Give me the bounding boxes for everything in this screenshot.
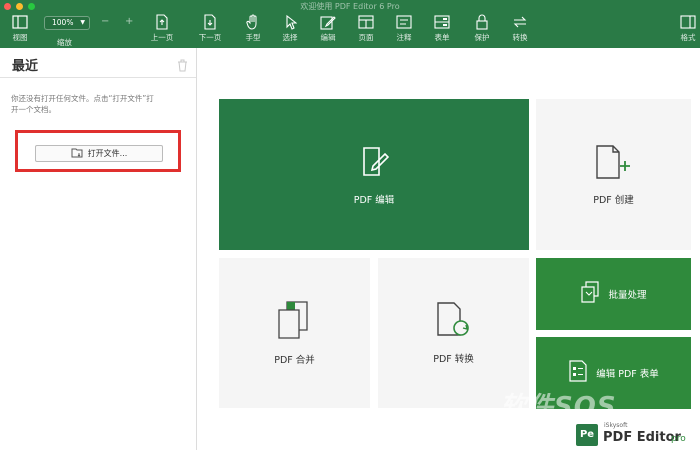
form-edit-icon	[568, 360, 588, 386]
toolbar-hand-button[interactable]: 手型	[236, 11, 270, 42]
lock-icon	[473, 11, 491, 33]
toolbar-view-button[interactable]: 视图	[3, 11, 37, 42]
batch-process-tile[interactable]: 批量处理	[536, 258, 691, 330]
toolbar-form-button[interactable]: 表单	[425, 11, 459, 42]
trash-icon[interactable]	[177, 57, 188, 76]
convert-icon	[511, 11, 529, 33]
toolbar-view-label: 视图	[12, 33, 28, 42]
toolbar: 欢迎使用 PDF Editor 6 Pro 视图 100% ▼ 缩放 − + 上…	[0, 0, 700, 48]
toolbar-convert-button[interactable]: 转换	[503, 11, 537, 42]
create-document-icon	[595, 144, 633, 184]
form-icon	[433, 11, 451, 33]
next-page-icon	[201, 11, 219, 33]
brand-company: iSkysoft	[604, 422, 628, 429]
toolbar-prev-page-button[interactable]: 上一页	[145, 11, 179, 42]
recent-sidebar: 最近 你还没有打开任何文件。点击“打开文件”打开一个文档。 打开文件...	[0, 48, 197, 450]
zoom-value: 100%	[52, 18, 74, 27]
page-icon	[357, 11, 375, 33]
open-file-button[interactable]: 打开文件...	[35, 145, 163, 162]
format-panel-icon	[679, 11, 697, 33]
sidebar-view-icon	[11, 11, 29, 33]
zoom-in-button[interactable]: +	[125, 16, 133, 27]
toolbar-edit-label: 编辑	[320, 33, 336, 42]
batch-icon	[580, 281, 600, 307]
toolbar-next-page-button[interactable]: 下一页	[193, 11, 227, 42]
chevron-down-icon: ▼	[80, 19, 85, 26]
edit-icon	[319, 11, 337, 33]
watermark: 软件SOS	[500, 392, 617, 422]
brand-product: PDF Editor	[603, 430, 681, 445]
pdf-edit-tile[interactable]: PDF 编辑	[219, 99, 529, 250]
select-arrow-icon	[281, 11, 299, 33]
comment-icon	[395, 11, 413, 33]
pdf-convert-label: PDF 转换	[433, 354, 474, 365]
batch-process-label: 批量处理	[608, 290, 647, 301]
toolbar-form-label: 表单	[434, 33, 450, 42]
zoom-select[interactable]: 100% ▼	[44, 16, 90, 30]
toolbar-protect-button[interactable]: 保护	[465, 11, 499, 42]
sidebar-title: 最近	[12, 59, 39, 74]
toolbar-page-button[interactable]: 页面	[349, 11, 383, 42]
prev-page-icon	[153, 11, 171, 33]
zoom-label: 缩放	[57, 38, 72, 47]
toolbar-protect-label: 保护	[474, 33, 490, 42]
app-logo: Pe	[576, 424, 598, 446]
toolbar-hand-label: 手型	[245, 33, 261, 42]
brand-edition: pro	[671, 434, 686, 444]
open-file-label: 打开文件...	[87, 149, 128, 158]
toolbar-comment-button[interactable]: 注释	[387, 11, 421, 42]
toolbar-format-button[interactable]: 格式	[671, 11, 700, 42]
edit-document-icon	[357, 144, 391, 184]
convert-document-icon	[436, 301, 472, 343]
folder-icon	[71, 148, 83, 160]
sidebar-header: 最近	[0, 48, 196, 78]
toolbar-convert-label: 转换	[512, 33, 528, 42]
combine-documents-icon	[277, 300, 313, 344]
hand-icon	[244, 11, 262, 33]
toolbar-edit-button[interactable]: 编辑	[311, 11, 345, 42]
toolbar-page-label: 页面	[358, 33, 374, 42]
toolbar-prev-page-label: 上一页	[150, 33, 174, 42]
toolbar-comment-label: 注释	[396, 33, 412, 42]
toolbar-select-button[interactable]: 选择	[273, 11, 307, 42]
zoom-out-button[interactable]: −	[101, 16, 109, 27]
edit-form-label: 编辑 PDF 表单	[596, 369, 659, 380]
start-panel: PDF 编辑 PDF 创建 PDF 合并 PDF 转换 批量处理 编辑 PDF …	[198, 48, 700, 450]
pdf-create-label: PDF 创建	[593, 194, 634, 206]
pdf-combine-tile[interactable]: PDF 合并	[219, 258, 370, 408]
toolbar-format-label: 格式	[680, 33, 696, 42]
pdf-edit-label: PDF 编辑	[353, 194, 395, 206]
empty-recent-hint: 你还没有打开任何文件。点击“打开文件”打开一个文档。	[11, 94, 154, 114]
pdf-combine-label: PDF 合并	[274, 355, 315, 366]
pdf-create-tile[interactable]: PDF 创建	[536, 99, 691, 250]
toolbar-next-page-label: 下一页	[198, 33, 222, 42]
highlight-box: 打开文件...	[15, 130, 181, 172]
toolbar-select-label: 选择	[282, 33, 298, 42]
